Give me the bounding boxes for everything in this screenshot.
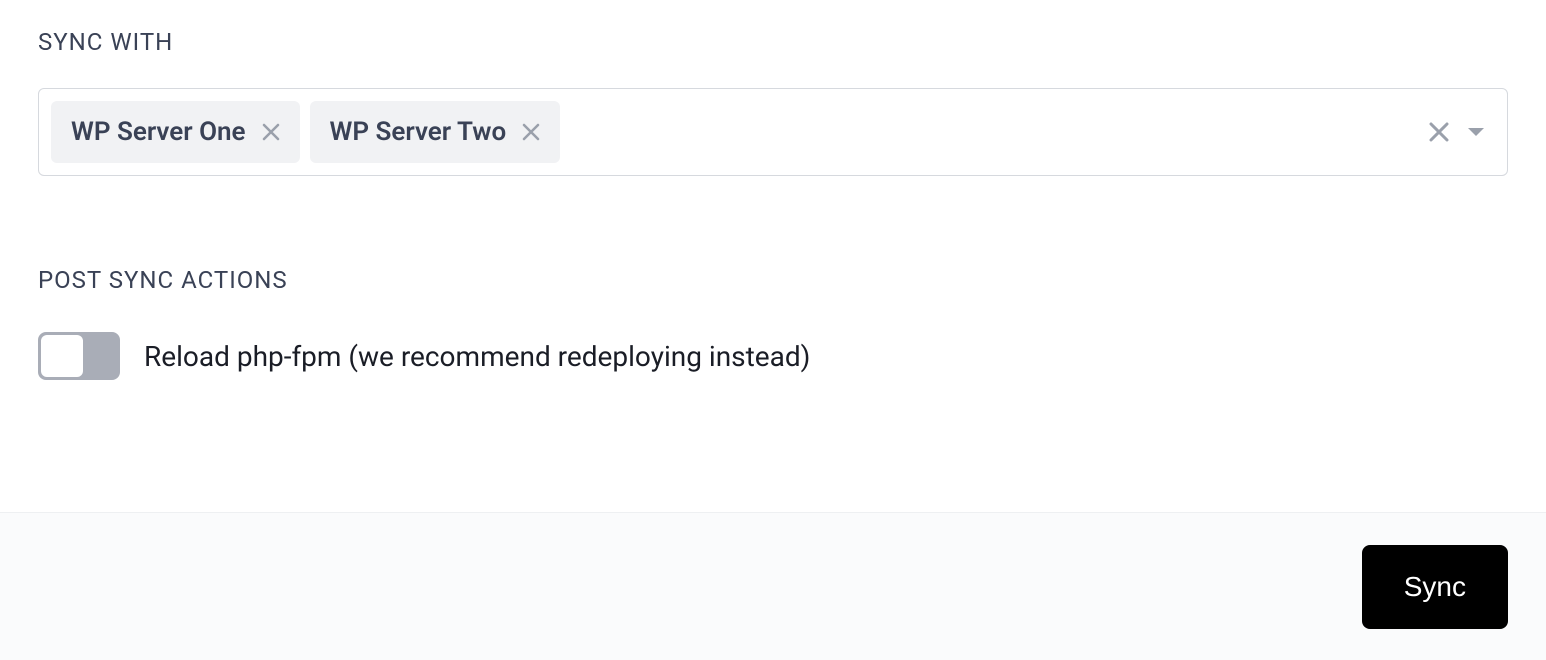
tag-label: WP Server Two [330, 117, 507, 147]
sync-button[interactable]: Sync [1362, 545, 1508, 629]
post-sync-actions-label: POST SYNC ACTIONS [38, 266, 1508, 294]
sync-with-label: SYNC WITH [38, 28, 1508, 56]
reload-phpfpm-label: Reload php-fpm (we recommend redeploying… [144, 340, 810, 373]
toggle-knob [41, 335, 83, 377]
footer-bar: Sync [0, 512, 1546, 660]
remove-tag-icon[interactable] [522, 123, 540, 141]
tag-item: WP Server One [51, 101, 300, 163]
clear-all-icon[interactable] [1427, 120, 1451, 144]
chevron-down-icon[interactable] [1465, 121, 1487, 143]
selected-tags: WP Server One WP Server Two [51, 101, 560, 163]
tag-item: WP Server Two [310, 101, 561, 163]
tag-label: WP Server One [71, 117, 246, 147]
remove-tag-icon[interactable] [262, 123, 280, 141]
reload-phpfpm-toggle[interactable] [38, 332, 120, 380]
sync-with-multiselect[interactable]: WP Server One WP Server Two [38, 88, 1508, 176]
